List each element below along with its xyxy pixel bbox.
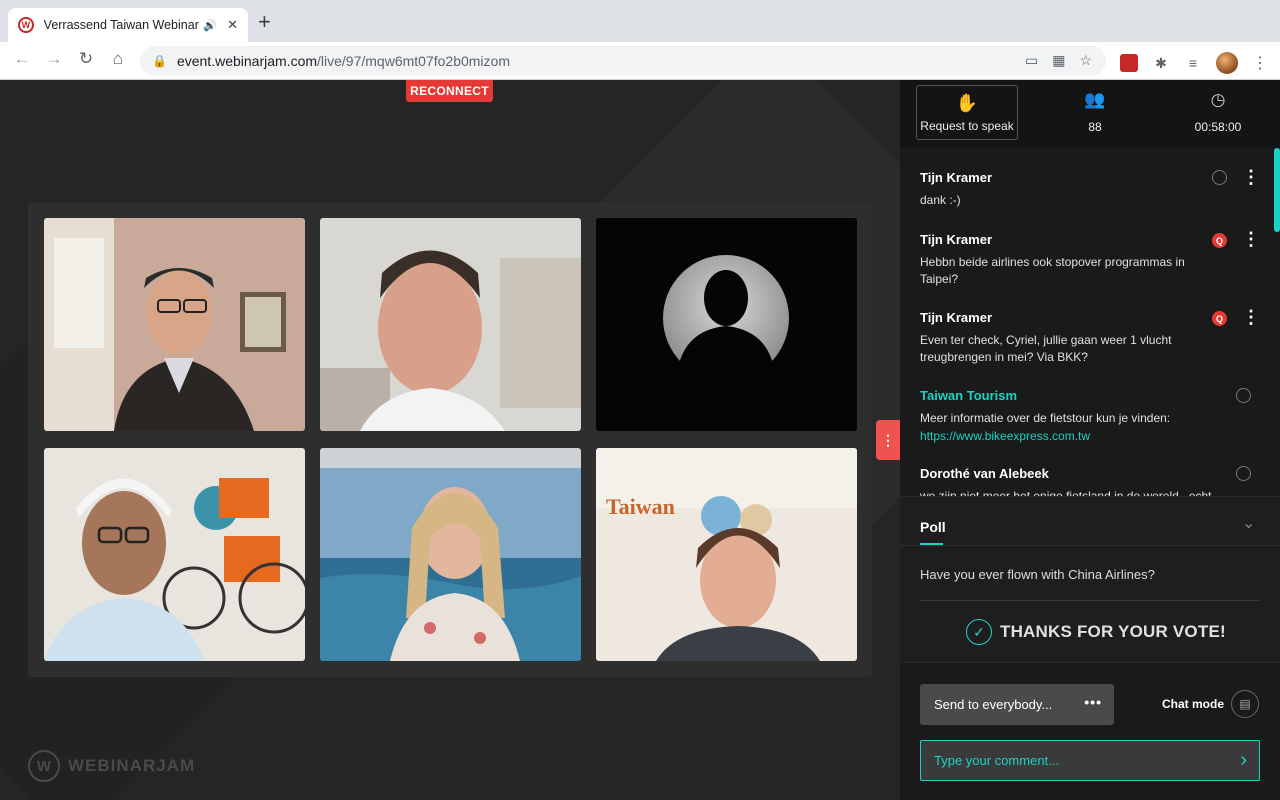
forward-icon[interactable]: → bbox=[42, 49, 66, 69]
panel-toggle-handle[interactable]: ⋮ bbox=[876, 420, 900, 460]
video-tile-3-no-camera bbox=[596, 218, 857, 431]
video-tile-5 bbox=[320, 448, 581, 661]
message-text: Even ter check, Cyriel, jullie gaan weer… bbox=[920, 333, 1172, 364]
video-tile-2 bbox=[320, 218, 581, 431]
profile-avatar[interactable] bbox=[1216, 52, 1238, 74]
chat-mode-label: Chat mode bbox=[1162, 697, 1225, 711]
message-author: Dorothé van Alebeek bbox=[920, 466, 1049, 481]
chat-list[interactable]: Tijn Kramer dank :-) ⋮ Tijn Kramer Hebbn… bbox=[900, 148, 1280, 496]
send-to-dropdown[interactable]: Send to everybody... ••• bbox=[920, 684, 1114, 725]
vote-thanks-text: THANKS FOR YOUR VOTE! bbox=[1000, 622, 1226, 641]
divider bbox=[900, 545, 1280, 546]
message-author: Tijn Kramer bbox=[920, 232, 993, 247]
vote-confirmation: ✓ THANKS FOR YOUR VOTE! bbox=[966, 619, 1226, 645]
video-stage: RECONNECT Taiwan ⋮ W WEBINARJAM bbox=[0, 80, 900, 800]
divider bbox=[920, 600, 1260, 601]
speaker-icon[interactable]: 🔊 bbox=[203, 19, 217, 32]
send-arrow-icon[interactable]: › bbox=[1240, 749, 1247, 771]
chat-scrollbar[interactable] bbox=[1274, 148, 1280, 232]
poll-question: Have you ever flown with China Airlines? bbox=[920, 567, 1155, 582]
tab-title: Verrassend Taiwan Webinar bbox=[43, 18, 199, 32]
message-text: Meer informatie over de fietstour kun je… bbox=[920, 411, 1171, 425]
home-icon[interactable]: ⌂ bbox=[106, 49, 130, 69]
message-author: Tijn Kramer bbox=[920, 170, 993, 185]
request-to-speak-button[interactable]: ✋ Request to speak bbox=[916, 85, 1018, 140]
chat-composer: Send to everybody... ••• Chat mode ▤ › bbox=[900, 662, 1280, 800]
chat-message: Tijn Kramer dank :-) ⋮ bbox=[920, 168, 1260, 209]
video-tile-6: Taiwan bbox=[596, 448, 857, 661]
message-author: Taiwan Tourism bbox=[920, 388, 1018, 403]
svg-text:Taiwan: Taiwan bbox=[606, 494, 675, 519]
message-link[interactable]: https://www.bikeexpress.com.tw bbox=[920, 429, 1090, 443]
reconnect-button[interactable]: RECONNECT bbox=[406, 80, 493, 102]
message-author: Tijn Kramer bbox=[920, 310, 993, 325]
webinarjam-favicon-icon: W bbox=[18, 17, 34, 33]
status-ring-icon[interactable] bbox=[1212, 170, 1227, 185]
message-text: Hebbn beide airlines ook stopover progra… bbox=[920, 255, 1185, 286]
check-circle-icon: ✓ bbox=[966, 619, 992, 645]
question-badge-icon[interactable]: Q bbox=[1212, 233, 1227, 248]
poll-section: Poll ⌄ Have you ever flown with China Ai… bbox=[900, 496, 1280, 662]
qr-code-icon[interactable]: ▦ bbox=[1052, 52, 1065, 69]
video-grid: Taiwan bbox=[28, 202, 872, 677]
chevron-down-icon[interactable]: ⌄ bbox=[1242, 513, 1255, 533]
attendee-count: 👥 88 bbox=[1055, 90, 1135, 134]
close-tab-icon[interactable]: ✕ bbox=[227, 17, 238, 33]
timer-value: 00:58:00 bbox=[1194, 120, 1242, 134]
lock-icon: 🔒 bbox=[152, 54, 167, 68]
address-bar[interactable]: 🔒 event.webinarjam.com/live/97/mqw6mt07f… bbox=[140, 46, 1106, 76]
video-tile-1 bbox=[44, 218, 305, 431]
comment-input[interactable] bbox=[934, 753, 1214, 768]
message-menu-icon[interactable]: ⋮ bbox=[1242, 168, 1260, 186]
brand-name: WEBINARJAM bbox=[68, 756, 196, 775]
more-options-icon[interactable]: ••• bbox=[1084, 694, 1102, 710]
message-menu-icon[interactable]: ⋮ bbox=[1242, 230, 1260, 248]
status-ring-icon[interactable] bbox=[1236, 388, 1251, 403]
webinarjam-logo: W WEBINARJAM bbox=[28, 750, 195, 782]
message-text: we zijn niet meer het enige fietsland in… bbox=[920, 489, 1212, 496]
browser-tab-strip: W Verrassend Taiwan Webinar 🔊 ✕ + bbox=[0, 0, 1280, 42]
back-icon[interactable]: ← bbox=[10, 49, 34, 69]
browser-toolbar: ← → ↻ ⌂ 🔒 event.webinarjam.com/live/97/m… bbox=[0, 42, 1280, 80]
status-ring-icon[interactable] bbox=[1236, 466, 1251, 481]
browser-menu-icon[interactable]: ⋮ bbox=[1252, 53, 1268, 73]
clock-icon: ◷ bbox=[1210, 90, 1226, 109]
message-menu-icon[interactable]: ⋮ bbox=[1242, 308, 1260, 326]
new-tab-button[interactable]: + bbox=[258, 10, 271, 34]
attendee-count-value: 88 bbox=[1088, 120, 1102, 134]
media-controls-icon[interactable]: ≡ bbox=[1184, 54, 1202, 72]
panel-header: ✋ Request to speak 👥 88 ◷ 00:58:00 bbox=[900, 80, 1280, 148]
chat-message: Tijn Kramer Hebbn beide airlines ook sto… bbox=[920, 230, 1260, 288]
chat-message: Tijn Kramer Even ter check, Cyriel, jull… bbox=[920, 308, 1260, 366]
chat-bubble-icon[interactable]: ▤ bbox=[1231, 690, 1259, 718]
puzzle-extensions-icon[interactable]: ✱ bbox=[1152, 54, 1170, 72]
people-icon: 👥 bbox=[1084, 90, 1106, 109]
video-tile-4 bbox=[44, 448, 305, 661]
extension-icon[interactable] bbox=[1120, 54, 1138, 72]
bookmark-star-icon[interactable]: ☆ bbox=[1079, 52, 1092, 69]
browser-tab[interactable]: W Verrassend Taiwan Webinar 🔊 ✕ bbox=[8, 8, 248, 42]
send-to-label: Send to everybody... bbox=[934, 697, 1053, 712]
raised-hand-icon: ✋ bbox=[955, 92, 979, 113]
chat-message: Dorothé van Alebeek we zijn niet meer he… bbox=[920, 466, 1260, 496]
webinarjam-logo-icon: W bbox=[28, 750, 60, 782]
chat-message: Taiwan Tourism Meer informatie over de f… bbox=[920, 388, 1260, 445]
request-to-speak-label: Request to speak bbox=[920, 118, 1014, 133]
reload-icon[interactable]: ↻ bbox=[74, 49, 98, 69]
url-text: event.webinarjam.com/live/97/mqw6mt07fo2… bbox=[176, 53, 510, 69]
side-panel: ✋ Request to speak 👥 88 ◷ 00:58:00 Tijn … bbox=[900, 80, 1280, 800]
cast-icon[interactable]: ▭ bbox=[1025, 52, 1038, 69]
comment-field[interactable]: › bbox=[920, 740, 1260, 781]
question-badge-icon[interactable]: Q bbox=[1212, 311, 1227, 326]
session-timer: ◷ 00:58:00 bbox=[1178, 90, 1258, 134]
message-text: dank :-) bbox=[920, 193, 961, 207]
tab-poll[interactable]: Poll bbox=[920, 519, 946, 535]
